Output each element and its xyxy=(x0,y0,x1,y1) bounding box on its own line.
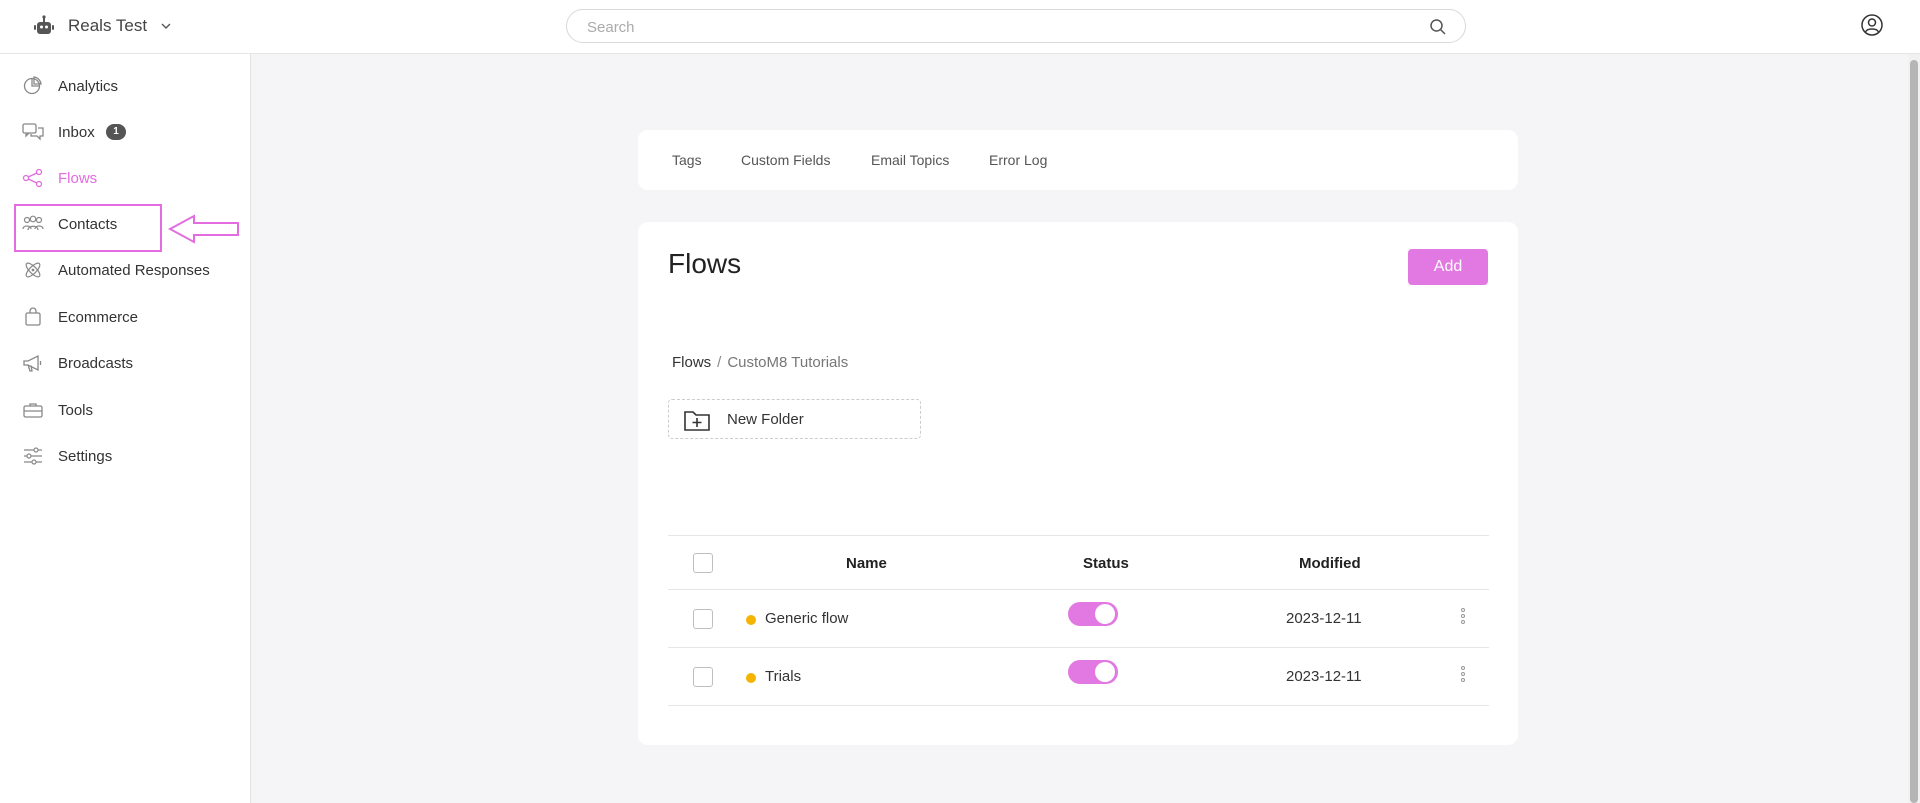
settings-tabs: Tags Custom Fields Email Topics Error Lo… xyxy=(638,130,1518,190)
toggle-knob xyxy=(1095,604,1115,624)
flows-icon xyxy=(22,168,43,188)
sidebar-item-broadcasts[interactable]: Broadcasts xyxy=(14,341,162,385)
status-dot xyxy=(746,615,756,625)
table-row: Trials 2023-12-11 xyxy=(668,648,1489,706)
analytics-icon xyxy=(23,76,42,95)
flow-name[interactable]: Generic flow xyxy=(765,610,848,627)
sidebar-item-label: Broadcasts xyxy=(58,354,134,372)
workspace-switcher[interactable]: Reals Test xyxy=(32,14,173,38)
new-folder-button[interactable]: New Folder xyxy=(668,399,921,439)
toolbox-icon xyxy=(23,403,43,418)
flow-name[interactable]: Trials xyxy=(765,668,801,685)
shopping-bag-icon xyxy=(25,307,41,326)
sidebar-item-contacts[interactable]: Contacts xyxy=(14,202,162,246)
sidebar-item-label: Tools xyxy=(58,401,94,419)
sidebar-item-inbox[interactable]: Inbox 1 xyxy=(14,110,162,154)
sidebar-item-label: Inbox xyxy=(58,123,95,141)
sidebar-item-label: Analytics xyxy=(58,77,119,95)
column-header-name[interactable]: Name xyxy=(846,555,887,572)
sliders-icon xyxy=(24,447,42,465)
workspace-name: Reals Test xyxy=(68,16,148,35)
sidebar-item-settings[interactable]: Settings xyxy=(14,434,162,478)
sidebar-item-label: Settings xyxy=(58,447,113,465)
sidebar-item-flows[interactable]: Flows xyxy=(14,156,162,200)
modified-date: 2023-12-11 xyxy=(1286,610,1362,627)
breadcrumb: Flows / CustoM8 Tutorials xyxy=(672,354,848,371)
tab-error-log[interactable]: Error Log xyxy=(989,152,1047,168)
sidebar-item-label: Contacts xyxy=(58,215,118,233)
breadcrumb-separator: / xyxy=(717,354,722,371)
flows-table: Name Status Modified Generic flow 2023-1… xyxy=(668,535,1489,706)
robot-icon xyxy=(34,15,54,34)
breadcrumb-root-link[interactable]: Flows xyxy=(672,354,711,371)
user-account-icon[interactable] xyxy=(1860,13,1884,37)
sidebar-item-automated-responses[interactable]: Automated Responses xyxy=(14,248,214,292)
chevron-down-icon xyxy=(161,23,171,29)
top-bar: Reals Test xyxy=(0,0,1920,54)
sidebar-item-tools[interactable]: Tools xyxy=(14,388,162,432)
megaphone-icon xyxy=(23,354,42,372)
table-header-row: Name Status Modified xyxy=(668,535,1489,590)
row-checkbox[interactable] xyxy=(693,609,713,629)
page-title: Flows xyxy=(668,248,742,279)
search-icon[interactable] xyxy=(1429,18,1447,36)
sidebar-item-label: Ecommerce xyxy=(58,308,139,326)
automated-responses-icon xyxy=(25,262,41,278)
tab-email-topics[interactable]: Email Topics xyxy=(871,152,949,168)
status-dot xyxy=(746,673,756,683)
column-header-modified[interactable]: Modified xyxy=(1299,555,1361,572)
column-header-status[interactable]: Status xyxy=(1083,555,1129,572)
scrollbar-thumb[interactable] xyxy=(1910,60,1918,803)
status-toggle[interactable] xyxy=(1068,602,1118,626)
folder-plus-icon xyxy=(684,411,710,431)
sidebar-item-label: Flows xyxy=(58,169,98,187)
modified-date: 2023-12-11 xyxy=(1286,668,1362,685)
more-options-icon[interactable] xyxy=(1456,664,1470,688)
select-all-checkbox[interactable] xyxy=(693,553,713,573)
tab-tags[interactable]: Tags xyxy=(672,152,702,168)
inbox-count-badge: 1 xyxy=(106,124,126,140)
new-folder-label: New Folder xyxy=(727,411,804,428)
row-checkbox[interactable] xyxy=(693,667,713,687)
tab-custom-fields[interactable]: Custom Fields xyxy=(741,152,830,168)
search-bar xyxy=(566,9,1466,43)
sidebar-item-analytics[interactable]: Analytics xyxy=(14,64,162,108)
sidebar-item-label: Automated Responses xyxy=(58,261,210,279)
inbox-icon xyxy=(22,123,44,141)
table-row: Generic flow 2023-12-11 xyxy=(668,590,1489,648)
breadcrumb-current: CustoM8 Tutorials xyxy=(727,354,849,371)
page-scrollbar[interactable] xyxy=(1908,54,1920,803)
status-toggle[interactable] xyxy=(1068,660,1118,684)
contacts-icon xyxy=(22,215,44,231)
sidebar-item-ecommerce[interactable]: Ecommerce xyxy=(14,295,162,339)
toggle-knob xyxy=(1095,662,1115,682)
search-input[interactable] xyxy=(587,16,1407,38)
pointer-arrow-icon xyxy=(168,214,239,244)
more-options-icon[interactable] xyxy=(1456,606,1470,630)
sidebar: Analytics Inbox 1 Flows Contacts Automat… xyxy=(0,54,251,803)
add-button[interactable]: Add xyxy=(1408,249,1488,285)
flows-panel: Flows Add Flows / CustoM8 Tutorials New Fo… xyxy=(638,222,1518,745)
